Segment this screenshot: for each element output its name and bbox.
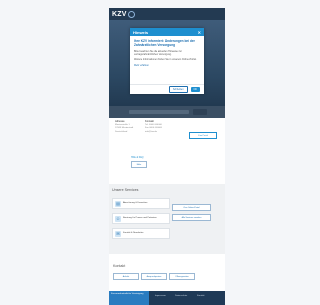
people-icon: ☺ <box>115 215 121 222</box>
help-section: Hilfe & FAQ Mehr <box>131 156 147 168</box>
footer: Kassenzahnärztliche Vereinigung Impressu… <box>109 291 225 305</box>
modal-title: Hinweis <box>133 29 149 35</box>
modal-body: Ihre KZV informiert: Änderungen bei der … <box>130 36 204 70</box>
opening-hours-button[interactable]: Öffnungszeiten <box>169 273 195 280</box>
modal-text-1: Bitte beachten Sie die aktuellen Hinweis… <box>134 49 182 56</box>
footer-imprint-link[interactable]: Impressum <box>155 295 166 297</box>
contact-title: Kontakt <box>113 264 126 268</box>
online-portal-link[interactable]: Zum Online-Portal <box>172 204 211 211</box>
hero-search-input[interactable] <box>129 110 189 114</box>
top-bar: KZV <box>109 8 225 20</box>
portal-button[interactable]: Zum Portal <box>189 132 217 139</box>
mail-icon: ✉ <box>115 230 121 237</box>
info-heading: Kontakt <box>145 120 154 123</box>
footer-org-name: Kassenzahnärztliche Vereinigung <box>109 291 149 305</box>
webpage: KZV Hinweis ✕ Ihre KZV informiert: Änder… <box>109 8 225 305</box>
modal-ok-button[interactable]: OK <box>190 87 200 92</box>
document-icon: ▤ <box>115 200 121 207</box>
modal-link[interactable]: Mehr erfahren <box>134 64 200 67</box>
info-section: Adresse Musterstraße 1 12345 Musterstadt… <box>115 120 219 154</box>
services-title: Unsere Services <box>112 188 139 192</box>
modal-header: Hinweis ✕ <box>130 28 204 36</box>
service-label: Abrechnung & Formulare <box>123 202 148 205</box>
info-column-contact: Kontakt Tel. 0000 000000 Fax 0000 000000… <box>145 120 173 134</box>
contacts-button[interactable]: Ansprechpartner <box>141 273 167 280</box>
hero-search-button[interactable] <box>193 109 207 115</box>
logo[interactable]: KZV <box>112 11 127 18</box>
logo-mark-icon <box>127 10 135 18</box>
services-section: Unsere Services ▤ Abrechnung & Formulare… <box>109 184 225 254</box>
modal-close-button[interactable]: Schließen <box>168 86 188 93</box>
service-card-consulting[interactable]: ☺ Beratung für Praxen und Patienten <box>112 213 170 224</box>
service-label: Kontakt & Newsletter <box>123 232 144 235</box>
close-icon[interactable]: ✕ <box>198 30 201 35</box>
all-services-link[interactable]: Alle Services ansehen <box>172 214 211 221</box>
info-column-address: Adresse Musterstraße 1 12345 Musterstadt… <box>115 120 143 134</box>
footer-privacy-link[interactable]: Datenschutz <box>175 295 187 297</box>
service-label: Beratung für Praxen und Patienten <box>123 217 157 220</box>
modal-text-2: Weitere Informationen finden Sie in unse… <box>134 58 197 62</box>
footer-contact-link[interactable]: Kontakt <box>197 295 204 297</box>
help-more-button[interactable]: Mehr <box>131 161 147 168</box>
directions-button[interactable]: Anfahrt <box>113 273 139 280</box>
help-link[interactable]: Hilfe & FAQ <box>131 156 147 159</box>
modal-footer: Schließen OK <box>130 84 204 94</box>
service-card-contact[interactable]: ✉ Kontakt & Newsletter <box>112 228 170 239</box>
info-heading: Adresse <box>115 120 125 123</box>
info-line[interactable]: info@kzv.de <box>145 131 173 134</box>
notice-modal: Hinweis ✕ Ihre KZV informiert: Änderunge… <box>130 28 204 94</box>
contact-section: Kontakt Anfahrt Ansprechpartner Öffnungs… <box>109 260 225 290</box>
service-card-billing[interactable]: ▤ Abrechnung & Formulare <box>112 198 170 209</box>
modal-headline: Ihre KZV informiert: Änderungen bei der … <box>134 39 195 48</box>
info-line: Deutschland <box>115 130 128 133</box>
